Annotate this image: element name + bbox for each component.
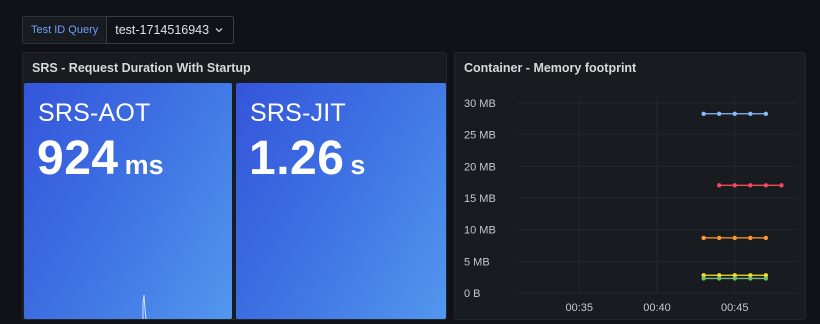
data-point [763, 235, 769, 241]
x-tick-label: 00:45 [721, 302, 749, 314]
data-point [763, 276, 769, 281]
y-tick-label: 5 MB [464, 256, 490, 268]
y-tick-label: 20 MB [464, 161, 496, 173]
stat-number: 1.26 [249, 132, 345, 185]
data-point [763, 111, 769, 116]
data-point [763, 183, 769, 188]
data-point [717, 183, 722, 188]
data-point [732, 276, 737, 281]
x-tick-label: 00:35 [565, 302, 593, 314]
variable-label: Test ID Query [22, 16, 107, 44]
stat-unit: s [350, 150, 366, 180]
stat-srs-aot[interactable]: SRS-AOT 924 ms [24, 83, 232, 319]
data-point [732, 235, 737, 241]
data-point [779, 183, 784, 188]
stat-unit: ms [124, 150, 164, 180]
data-point [748, 111, 753, 116]
data-point [717, 276, 722, 281]
stat-number: 924 [37, 132, 119, 185]
data-point [717, 235, 722, 241]
data-point [748, 235, 753, 241]
data-point [701, 276, 706, 281]
stat-srs-jit[interactable]: SRS-JIT 1.26 s [236, 83, 446, 319]
stat-value: 1.26 s [249, 131, 365, 186]
y-tick-label: 30 MB [464, 98, 496, 110]
x-tick-label: 00:40 [643, 302, 671, 314]
test-id-value: test-1714516943 [115, 23, 210, 37]
y-tick-label: 25 MB [464, 130, 496, 142]
test-id-select[interactable]: test-1714516943 [106, 16, 235, 44]
memory-chart[interactable]: 0 B 5 MB 10 MB 15 MB 20 MB 25 MB 30 MB 00:35 00:… [455, 53, 807, 321]
panel-title: SRS - Request Duration With Startup [32, 61, 251, 75]
data-point [748, 276, 753, 281]
data-point [732, 111, 737, 116]
y-tick-label: 0 B [464, 288, 481, 300]
y-tick-label: 10 MB [464, 225, 496, 237]
request-duration-panel[interactable]: SRS - Request Duration With Startup SRS-… [22, 52, 447, 320]
data-point [732, 183, 737, 188]
chevron-down-icon [215, 27, 223, 33]
y-tick-label: 15 MB [464, 193, 496, 205]
memory-footprint-panel[interactable]: Container - Memory footprint 0 B5 MB 10 M… [454, 52, 806, 320]
stat-name: SRS-JIT [250, 99, 346, 127]
data-point [748, 183, 753, 188]
data-point [717, 111, 722, 116]
data-point [701, 111, 706, 116]
variable-bar: Test ID Query test-1714516943 [22, 16, 235, 44]
stat-name: SRS-AOT [38, 99, 151, 127]
stat-value: 924 ms [37, 131, 164, 186]
data-point [701, 235, 706, 241]
